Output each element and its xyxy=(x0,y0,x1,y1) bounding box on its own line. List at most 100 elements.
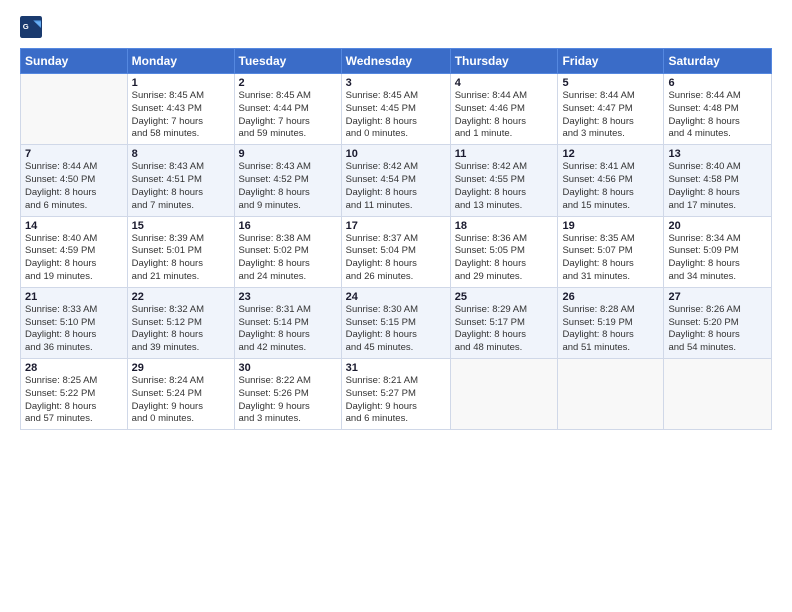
day-number: 8 xyxy=(132,148,230,160)
day-number: 23 xyxy=(239,291,337,303)
day-info: Sunrise: 8:28 AM Sunset: 5:19 PM Dayligh… xyxy=(562,304,659,355)
day-info: Sunrise: 8:21 AM Sunset: 5:27 PM Dayligh… xyxy=(346,375,446,426)
calendar-cell: 24Sunrise: 8:30 AM Sunset: 5:15 PM Dayli… xyxy=(341,287,450,358)
day-info: Sunrise: 8:44 AM Sunset: 4:47 PM Dayligh… xyxy=(562,90,659,141)
day-number: 4 xyxy=(455,77,554,89)
day-number: 9 xyxy=(239,148,337,160)
col-header-monday: Monday xyxy=(127,49,234,74)
day-number: 27 xyxy=(668,291,767,303)
day-info: Sunrise: 8:24 AM Sunset: 5:24 PM Dayligh… xyxy=(132,375,230,426)
day-info: Sunrise: 8:32 AM Sunset: 5:12 PM Dayligh… xyxy=(132,304,230,355)
calendar-cell: 12Sunrise: 8:41 AM Sunset: 4:56 PM Dayli… xyxy=(558,145,664,216)
calendar-cell: 17Sunrise: 8:37 AM Sunset: 5:04 PM Dayli… xyxy=(341,216,450,287)
day-info: Sunrise: 8:40 AM Sunset: 4:59 PM Dayligh… xyxy=(25,233,123,284)
col-header-sunday: Sunday xyxy=(21,49,128,74)
calendar-cell: 21Sunrise: 8:33 AM Sunset: 5:10 PM Dayli… xyxy=(21,287,128,358)
day-info: Sunrise: 8:31 AM Sunset: 5:14 PM Dayligh… xyxy=(239,304,337,355)
day-number: 11 xyxy=(455,148,554,160)
calendar-cell: 13Sunrise: 8:40 AM Sunset: 4:58 PM Dayli… xyxy=(664,145,772,216)
calendar-cell: 15Sunrise: 8:39 AM Sunset: 5:01 PM Dayli… xyxy=(127,216,234,287)
day-info: Sunrise: 8:29 AM Sunset: 5:17 PM Dayligh… xyxy=(455,304,554,355)
calendar-cell: 18Sunrise: 8:36 AM Sunset: 5:05 PM Dayli… xyxy=(450,216,558,287)
calendar-cell: 9Sunrise: 8:43 AM Sunset: 4:52 PM Daylig… xyxy=(234,145,341,216)
day-info: Sunrise: 8:41 AM Sunset: 4:56 PM Dayligh… xyxy=(562,161,659,212)
day-number: 2 xyxy=(239,77,337,89)
day-number: 5 xyxy=(562,77,659,89)
calendar-cell: 2Sunrise: 8:45 AM Sunset: 4:44 PM Daylig… xyxy=(234,74,341,145)
day-number: 28 xyxy=(25,362,123,374)
calendar-cell xyxy=(664,359,772,430)
day-number: 1 xyxy=(132,77,230,89)
calendar-table: SundayMondayTuesdayWednesdayThursdayFrid… xyxy=(20,48,772,430)
calendar-cell: 16Sunrise: 8:38 AM Sunset: 5:02 PM Dayli… xyxy=(234,216,341,287)
calendar-cell: 6Sunrise: 8:44 AM Sunset: 4:48 PM Daylig… xyxy=(664,74,772,145)
col-header-thursday: Thursday xyxy=(450,49,558,74)
day-info: Sunrise: 8:25 AM Sunset: 5:22 PM Dayligh… xyxy=(25,375,123,426)
day-info: Sunrise: 8:22 AM Sunset: 5:26 PM Dayligh… xyxy=(239,375,337,426)
day-number: 13 xyxy=(668,148,767,160)
calendar-cell: 28Sunrise: 8:25 AM Sunset: 5:22 PM Dayli… xyxy=(21,359,128,430)
day-info: Sunrise: 8:30 AM Sunset: 5:15 PM Dayligh… xyxy=(346,304,446,355)
calendar-cell: 25Sunrise: 8:29 AM Sunset: 5:17 PM Dayli… xyxy=(450,287,558,358)
day-info: Sunrise: 8:43 AM Sunset: 4:52 PM Dayligh… xyxy=(239,161,337,212)
calendar-cell: 3Sunrise: 8:45 AM Sunset: 4:45 PM Daylig… xyxy=(341,74,450,145)
calendar-cell: 22Sunrise: 8:32 AM Sunset: 5:12 PM Dayli… xyxy=(127,287,234,358)
day-number: 24 xyxy=(346,291,446,303)
calendar-cell: 4Sunrise: 8:44 AM Sunset: 4:46 PM Daylig… xyxy=(450,74,558,145)
col-header-wednesday: Wednesday xyxy=(341,49,450,74)
logo: G xyxy=(20,16,46,38)
calendar-cell: 7Sunrise: 8:44 AM Sunset: 4:50 PM Daylig… xyxy=(21,145,128,216)
day-number: 26 xyxy=(562,291,659,303)
calendar-cell: 30Sunrise: 8:22 AM Sunset: 5:26 PM Dayli… xyxy=(234,359,341,430)
day-number: 20 xyxy=(668,220,767,232)
calendar-cell: 31Sunrise: 8:21 AM Sunset: 5:27 PM Dayli… xyxy=(341,359,450,430)
calendar-cell xyxy=(558,359,664,430)
calendar-cell: 5Sunrise: 8:44 AM Sunset: 4:47 PM Daylig… xyxy=(558,74,664,145)
day-info: Sunrise: 8:43 AM Sunset: 4:51 PM Dayligh… xyxy=(132,161,230,212)
day-info: Sunrise: 8:44 AM Sunset: 4:46 PM Dayligh… xyxy=(455,90,554,141)
day-info: Sunrise: 8:45 AM Sunset: 4:44 PM Dayligh… xyxy=(239,90,337,141)
day-info: Sunrise: 8:36 AM Sunset: 5:05 PM Dayligh… xyxy=(455,233,554,284)
day-number: 16 xyxy=(239,220,337,232)
calendar-cell: 27Sunrise: 8:26 AM Sunset: 5:20 PM Dayli… xyxy=(664,287,772,358)
day-info: Sunrise: 8:42 AM Sunset: 4:55 PM Dayligh… xyxy=(455,161,554,212)
day-number: 31 xyxy=(346,362,446,374)
calendar-cell xyxy=(450,359,558,430)
day-info: Sunrise: 8:45 AM Sunset: 4:43 PM Dayligh… xyxy=(132,90,230,141)
calendar-cell: 14Sunrise: 8:40 AM Sunset: 4:59 PM Dayli… xyxy=(21,216,128,287)
day-number: 12 xyxy=(562,148,659,160)
day-info: Sunrise: 8:44 AM Sunset: 4:50 PM Dayligh… xyxy=(25,161,123,212)
calendar-cell: 29Sunrise: 8:24 AM Sunset: 5:24 PM Dayli… xyxy=(127,359,234,430)
calendar-cell: 20Sunrise: 8:34 AM Sunset: 5:09 PM Dayli… xyxy=(664,216,772,287)
svg-text:G: G xyxy=(23,22,29,31)
calendar-cell: 10Sunrise: 8:42 AM Sunset: 4:54 PM Dayli… xyxy=(341,145,450,216)
day-info: Sunrise: 8:35 AM Sunset: 5:07 PM Dayligh… xyxy=(562,233,659,284)
calendar-cell: 23Sunrise: 8:31 AM Sunset: 5:14 PM Dayli… xyxy=(234,287,341,358)
calendar-cell: 11Sunrise: 8:42 AM Sunset: 4:55 PM Dayli… xyxy=(450,145,558,216)
day-number: 14 xyxy=(25,220,123,232)
day-info: Sunrise: 8:39 AM Sunset: 5:01 PM Dayligh… xyxy=(132,233,230,284)
day-info: Sunrise: 8:37 AM Sunset: 5:04 PM Dayligh… xyxy=(346,233,446,284)
day-number: 10 xyxy=(346,148,446,160)
col-header-friday: Friday xyxy=(558,49,664,74)
day-info: Sunrise: 8:40 AM Sunset: 4:58 PM Dayligh… xyxy=(668,161,767,212)
day-number: 30 xyxy=(239,362,337,374)
day-number: 21 xyxy=(25,291,123,303)
calendar-cell: 19Sunrise: 8:35 AM Sunset: 5:07 PM Dayli… xyxy=(558,216,664,287)
day-info: Sunrise: 8:34 AM Sunset: 5:09 PM Dayligh… xyxy=(668,233,767,284)
day-info: Sunrise: 8:42 AM Sunset: 4:54 PM Dayligh… xyxy=(346,161,446,212)
day-number: 18 xyxy=(455,220,554,232)
day-number: 29 xyxy=(132,362,230,374)
day-number: 17 xyxy=(346,220,446,232)
col-header-tuesday: Tuesday xyxy=(234,49,341,74)
day-number: 22 xyxy=(132,291,230,303)
day-number: 6 xyxy=(668,77,767,89)
day-number: 15 xyxy=(132,220,230,232)
calendar-cell: 26Sunrise: 8:28 AM Sunset: 5:19 PM Dayli… xyxy=(558,287,664,358)
col-header-saturday: Saturday xyxy=(664,49,772,74)
day-number: 19 xyxy=(562,220,659,232)
day-number: 25 xyxy=(455,291,554,303)
day-number: 7 xyxy=(25,148,123,160)
day-info: Sunrise: 8:44 AM Sunset: 4:48 PM Dayligh… xyxy=(668,90,767,141)
day-info: Sunrise: 8:38 AM Sunset: 5:02 PM Dayligh… xyxy=(239,233,337,284)
